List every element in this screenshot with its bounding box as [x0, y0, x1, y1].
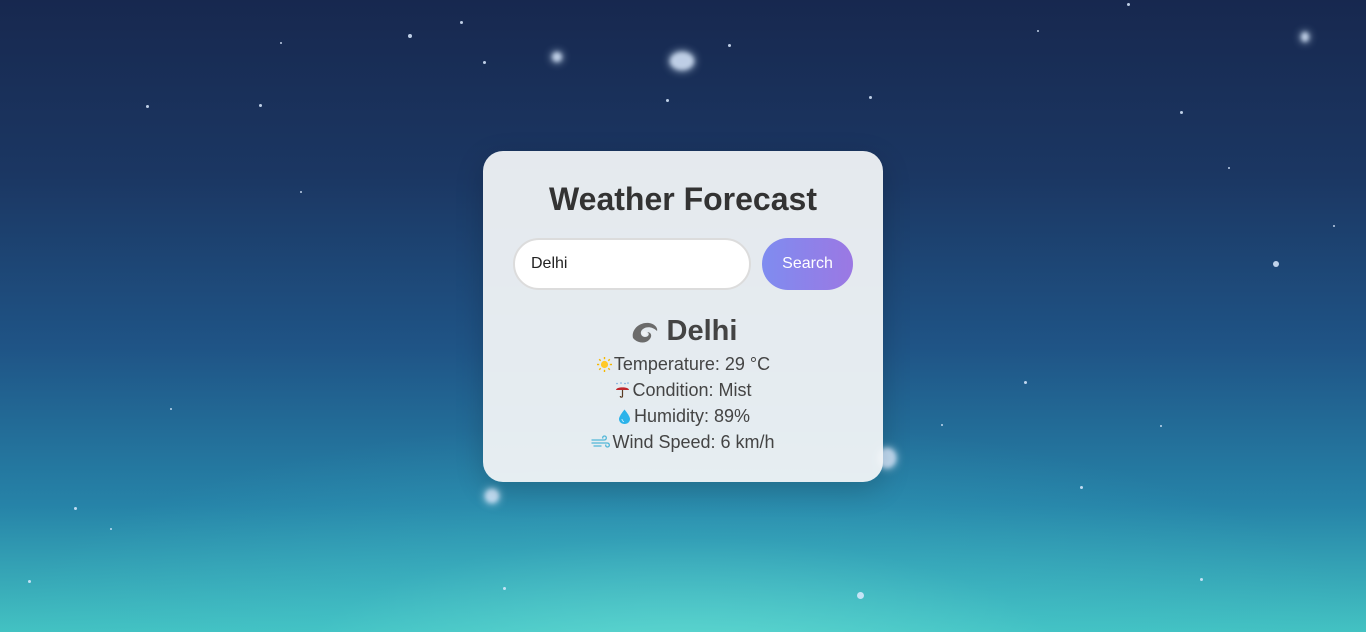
star-particle	[857, 592, 864, 599]
star-particle	[170, 408, 172, 410]
star-particle	[728, 44, 731, 47]
star-particle	[1333, 225, 1335, 227]
page-title: Weather Forecast	[549, 181, 817, 217]
condition-row: Condition: Mist	[483, 377, 883, 403]
star-particle	[74, 507, 77, 510]
bokeh-particle	[552, 52, 562, 62]
search-button[interactable]: Search	[762, 238, 853, 290]
umbrella-icon	[614, 381, 631, 399]
sun-icon	[596, 356, 613, 373]
bokeh-particle	[670, 52, 694, 70]
star-particle	[1024, 381, 1027, 384]
star-particle	[280, 42, 282, 44]
weather-details: Temperature: 29 °C Condition: Mist Humid…	[483, 351, 883, 455]
wind-icon	[591, 434, 611, 451]
star-particle	[1080, 486, 1083, 489]
city-heading: Delhi	[483, 313, 883, 349]
temperature-label: Temperature: 29 °C	[613, 354, 771, 374]
cyclone-icon	[629, 318, 659, 344]
star-particle	[28, 580, 31, 583]
wind-speed-row: Wind Speed: 6 km/h	[483, 429, 883, 455]
star-particle	[869, 96, 872, 99]
bokeh-particle	[1301, 32, 1309, 42]
star-particle	[259, 104, 262, 107]
star-particle	[1180, 111, 1183, 114]
star-particle	[1160, 425, 1162, 427]
star-particle	[941, 424, 943, 426]
star-particle	[110, 528, 112, 530]
star-particle	[666, 99, 669, 102]
star-particle	[1228, 167, 1230, 169]
droplet-icon	[616, 408, 633, 425]
star-particle	[1037, 30, 1039, 32]
condition-label: Condition: Mist	[632, 380, 752, 400]
weather-card: Weather Forecast Search Delhi	[483, 151, 883, 482]
city-search-input[interactable]	[513, 238, 751, 290]
star-particle	[483, 61, 486, 64]
city-name: Delhi	[666, 314, 738, 347]
star-particle	[503, 587, 506, 590]
star-particle	[1273, 261, 1279, 267]
star-particle	[146, 105, 149, 108]
star-particle	[460, 21, 463, 24]
star-particle	[408, 34, 412, 38]
humidity-row: Humidity: 89%	[483, 403, 883, 429]
humidity-label: Humidity: 89%	[633, 406, 751, 426]
wind-speed-label: Wind Speed: 6 km/h	[612, 432, 775, 452]
star-particle	[1200, 578, 1203, 581]
temperature-row: Temperature: 29 °C	[483, 351, 883, 377]
star-particle	[1127, 3, 1130, 6]
star-particle	[300, 191, 302, 193]
bokeh-particle	[485, 489, 499, 503]
